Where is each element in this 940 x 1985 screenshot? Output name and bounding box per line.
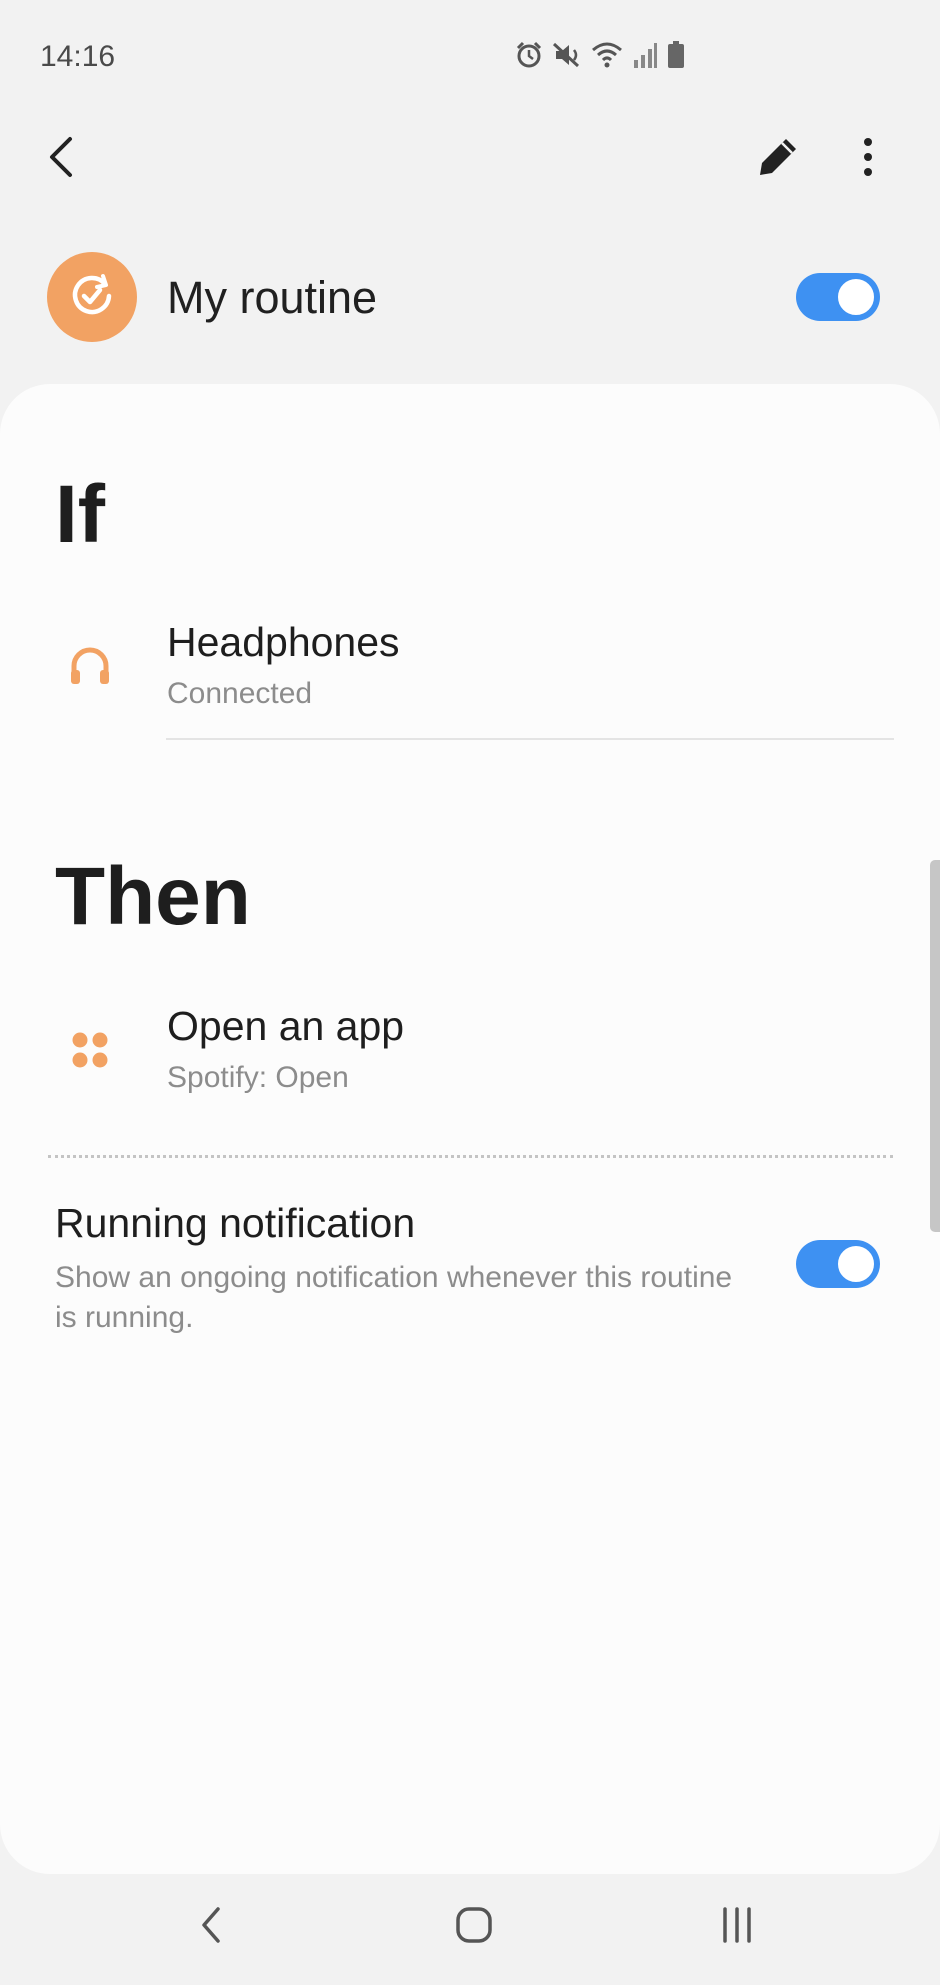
routine-name: My routine: [167, 272, 378, 323]
scrollbar[interactable]: [930, 860, 940, 1232]
back-button[interactable]: [22, 119, 102, 199]
navigation-bar: [0, 1874, 940, 1985]
item-subtitle: Connected: [167, 677, 313, 710]
chevron-left-icon: [44, 135, 80, 184]
toggle-knob: [835, 1243, 877, 1285]
condition-item-headphones[interactable]: Headphones Connected: [0, 604, 940, 730]
divider: [166, 738, 894, 740]
nav-recents-icon: [717, 1905, 757, 1950]
apps-icon: [62, 1022, 118, 1078]
routine-toggle[interactable]: [796, 273, 880, 321]
pencil-icon: [756, 135, 800, 184]
status-bar: 14:16: [0, 0, 940, 118]
item-title: Open an app: [167, 1003, 405, 1049]
status-icons: [514, 40, 686, 70]
running-notification-description: Show an ongoing notification whenever th…: [55, 1261, 733, 1334]
edit-button[interactable]: [738, 119, 818, 199]
more-vertical-icon: [862, 137, 874, 182]
alarm-icon: [514, 40, 544, 70]
wifi-icon: [590, 40, 624, 70]
headphones-icon: [62, 638, 118, 694]
nav-home-icon: [454, 1905, 494, 1950]
action-item-open-app[interactable]: Open an app Spotify: Open: [0, 988, 940, 1114]
nav-back-button[interactable]: [166, 1892, 256, 1962]
item-title: Headphones: [167, 619, 400, 665]
routine-icon: [47, 252, 137, 342]
item-subtitle: Spotify: Open: [167, 1061, 349, 1094]
nav-recents-button[interactable]: [692, 1892, 782, 1962]
mute-icon: [552, 40, 582, 70]
running-notification-toggle[interactable]: [796, 1240, 880, 1288]
then-section-title: Then: [55, 851, 251, 942]
routine-check-icon: [67, 270, 117, 325]
signal-icon: [632, 40, 658, 70]
running-notification-title: Running notification: [55, 1200, 416, 1246]
status-time: 14:16: [40, 40, 116, 73]
toggle-knob: [835, 276, 877, 318]
if-section-title: If: [55, 469, 106, 560]
more-options-button[interactable]: [828, 119, 908, 199]
battery-icon: [666, 40, 686, 70]
nav-back-icon: [196, 1905, 226, 1950]
nav-home-button[interactable]: [429, 1892, 519, 1962]
dotted-divider: [48, 1155, 893, 1158]
